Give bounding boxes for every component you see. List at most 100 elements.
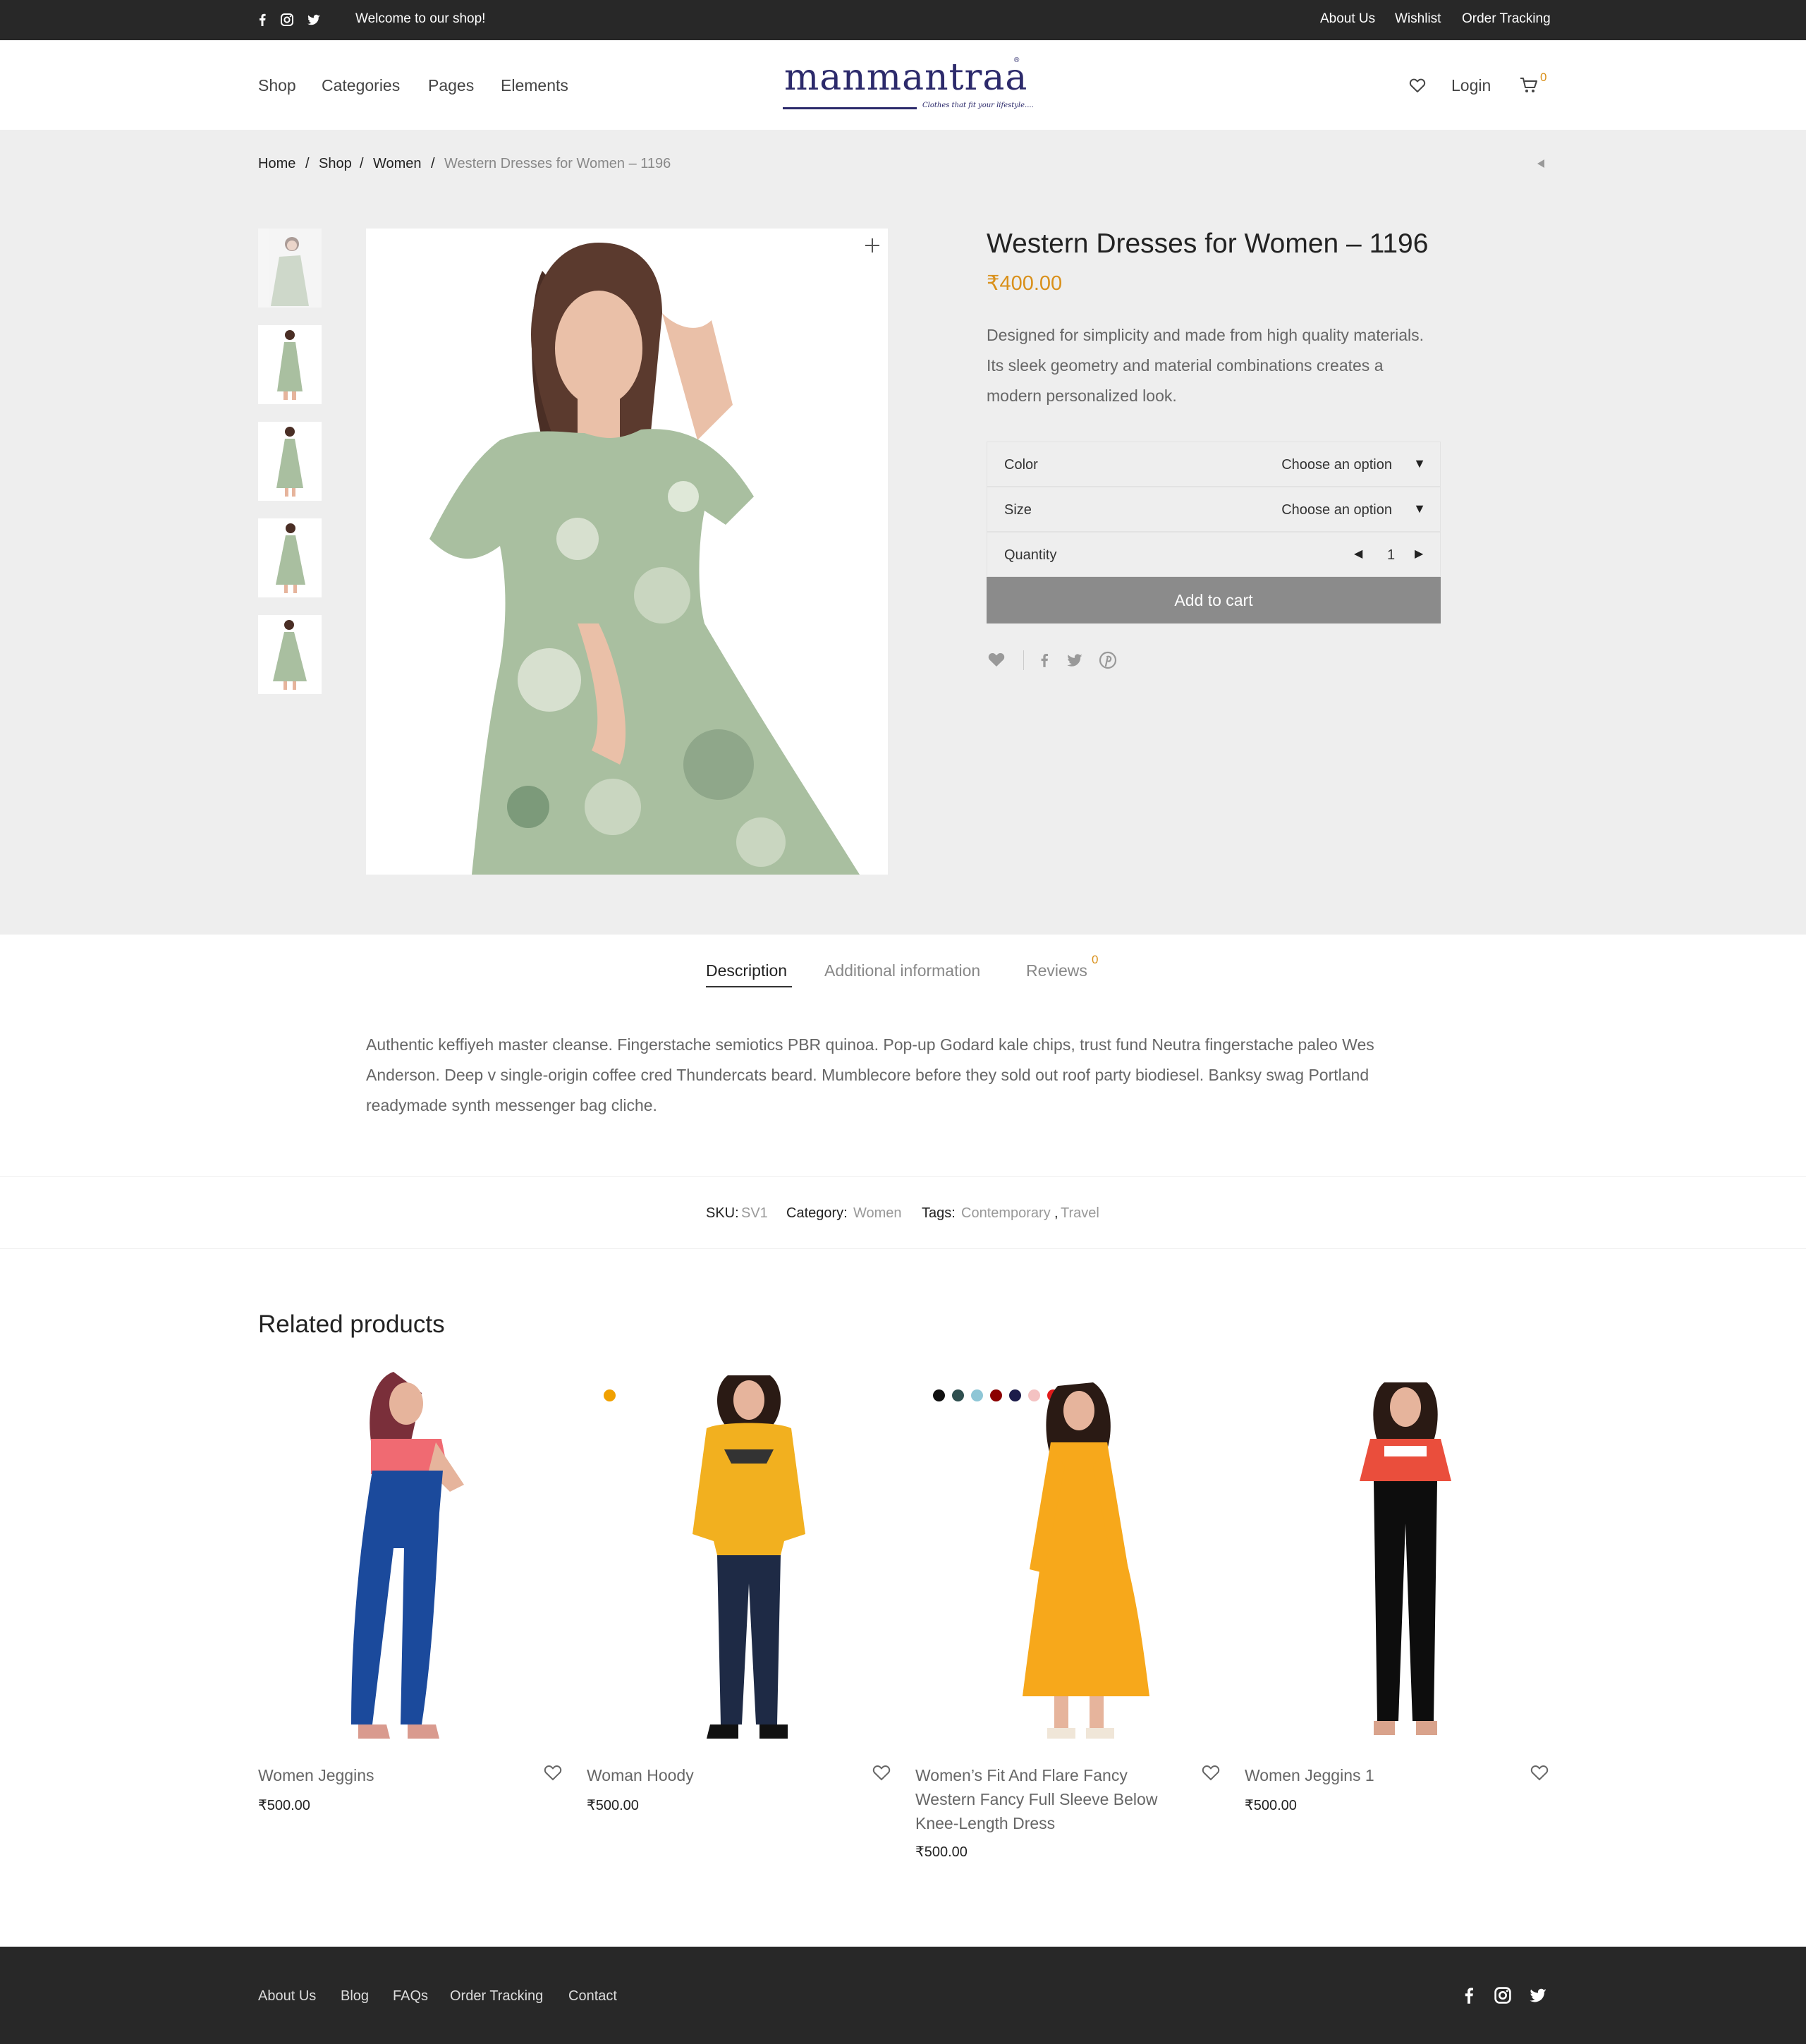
logo-underline [783,107,917,109]
product-thumbnail-5[interactable] [258,615,322,694]
twitter-icon[interactable] [307,13,321,27]
share-divider [1023,650,1024,670]
site-logo[interactable]: manmantraa Clothes that fit your lifesty… [783,55,1034,118]
quantity-increase-icon[interactable]: ▶ [1415,547,1423,561]
logo-wordmark: manmantraa [784,56,1028,99]
breadcrumb-women[interactable]: Women [373,154,422,174]
footer-facebook-icon[interactable] [1460,1986,1478,2005]
related-product-wishlist-heart-icon[interactable] [544,1765,562,1782]
topbar-order-tracking-link[interactable]: Order Tracking [1462,11,1551,28]
share-twitter-icon[interactable] [1066,652,1083,669]
related-product-price-1: ₹500.00 [258,1798,310,1813]
topbar-about-link[interactable]: About Us [1320,11,1375,28]
logo-tagline: Clothes that fit your lifestyle.... [922,102,1034,109]
add-to-cart-button[interactable]: Add to cart [987,577,1441,623]
add-to-wishlist-heart-icon[interactable] [987,652,1006,667]
product-main-image[interactable] [366,229,888,875]
product-thumbnail-1[interactable] [258,229,322,308]
topbar-wishlist-link[interactable]: Wishlist [1395,11,1441,28]
product-thumbnail-3[interactable] [258,422,322,501]
size-value: Choose an option [1281,502,1392,518]
login-link[interactable]: Login [1451,75,1491,96]
welcome-text: Welcome to our shop! [355,11,486,26]
quantity-stepper: Quantity ◀ 1 ▶ [987,532,1441,577]
related-product-price-4: ₹500.00 [1245,1798,1297,1813]
related-product-name-1[interactable]: Women Jeggins [258,1763,533,1787]
footer-instagram-icon[interactable] [1494,1986,1512,2005]
cart-count-badge: 0 [1540,71,1547,84]
share-pinterest-icon[interactable] [1099,651,1117,669]
size-select[interactable]: Size Choose an option ▼ [987,487,1441,532]
breadcrumb-separator: / [360,156,364,171]
cart-icon[interactable] [1520,76,1538,95]
nav-categories[interactable]: Categories [322,75,400,96]
sku-value: SV1 [741,1205,768,1221]
related-product-image-4[interactable] [1300,1372,1511,1746]
thumbnail-dress-image [271,237,309,306]
tab-description[interactable]: Description [706,959,787,982]
color-value: Choose an option [1281,457,1392,473]
previous-product-arrow-icon[interactable] [1536,159,1546,169]
color-label: Color [1004,457,1038,473]
logo-registered-mark: ® [1014,56,1020,64]
footer-about-link[interactable]: About Us [258,1986,316,2006]
category-label: Category: [786,1205,848,1221]
related-product-name-4[interactable]: Women Jeggins 1 [1245,1763,1520,1787]
divider [0,1176,1806,1177]
breadcrumb-separator: / [431,156,435,171]
thumbnail-dress-image [276,427,303,497]
quantity-value[interactable]: 1 [1387,545,1395,565]
thumbnail-dress-image [277,330,303,400]
tag-link-travel[interactable]: Travel [1061,1203,1099,1223]
footer-twitter-icon[interactable] [1529,1986,1547,2005]
nav-shop[interactable]: Shop [258,75,296,96]
reviews-count-badge: 0 [1092,953,1099,966]
tags-label: Tags: [922,1205,956,1221]
related-product-price-2: ₹500.00 [587,1798,639,1813]
related-product-name-3[interactable]: Women’s Fit And Flare Fancy Western Fanc… [915,1763,1190,1835]
divider [0,1248,1806,1249]
related-product-name-2[interactable]: Woman Hoody [587,1763,862,1787]
instagram-icon[interactable] [280,13,294,27]
dress-color-swatch-black[interactable] [933,1389,945,1401]
related-product-image-3[interactable] [973,1372,1185,1746]
footer-order-tracking-link[interactable]: Order Tracking [450,1986,543,2006]
facebook-icon[interactable] [255,13,269,27]
thumbnail-dress-image [276,523,305,593]
tag-link-contemporary[interactable]: Contemporary [961,1203,1051,1223]
footer-contact-link[interactable]: Contact [568,1986,617,2006]
category-link[interactable]: Women [853,1203,902,1223]
nav-elements[interactable]: Elements [501,75,568,96]
tab-additional-information[interactable]: Additional information [824,959,980,982]
dropdown-arrow-icon: ▼ [1413,456,1426,470]
product-thumbnail-2[interactable] [258,325,322,404]
product-title: Western Dresses for Women – 1196 [987,229,1429,259]
dress-model-image [429,243,860,875]
hoody-color-swatch[interactable] [604,1389,616,1401]
tab-reviews[interactable]: Reviews [1026,959,1087,982]
product-thumbnail-4[interactable] [258,518,322,597]
related-products-title: Related products [258,1310,445,1338]
wishlist-heart-icon[interactable] [1409,78,1426,93]
product-price: ₹400.00 [987,272,1063,295]
zoom-plus-icon[interactable] [862,236,882,255]
sku-label: SKU: [706,1205,739,1221]
footer-faqs-link[interactable]: FAQs [393,1986,428,2006]
breadcrumb-separator: / [305,156,310,171]
footer-blog-link[interactable]: Blog [341,1986,369,2006]
related-product-wishlist-heart-icon[interactable] [1530,1765,1549,1782]
quantity-decrease-icon[interactable]: ◀ [1354,547,1362,561]
product-long-description: Authentic keffiyeh master cleanse. Finge… [366,1035,1374,1114]
color-select[interactable]: Color Choose an option ▼ [987,442,1441,487]
size-label: Size [1004,502,1032,518]
related-product-image-2[interactable] [643,1372,855,1746]
breadcrumb-home[interactable]: Home [258,154,295,174]
related-product-wishlist-heart-icon[interactable] [1202,1765,1220,1782]
dress-color-swatch-dark-green[interactable] [952,1389,964,1401]
related-product-image-1[interactable] [302,1372,513,1746]
share-facebook-icon[interactable] [1037,652,1052,669]
tag-separator: , [1054,1205,1058,1221]
related-product-wishlist-heart-icon[interactable] [872,1765,891,1782]
breadcrumb-shop[interactable]: Shop [319,154,352,174]
nav-pages[interactable]: Pages [428,75,474,96]
